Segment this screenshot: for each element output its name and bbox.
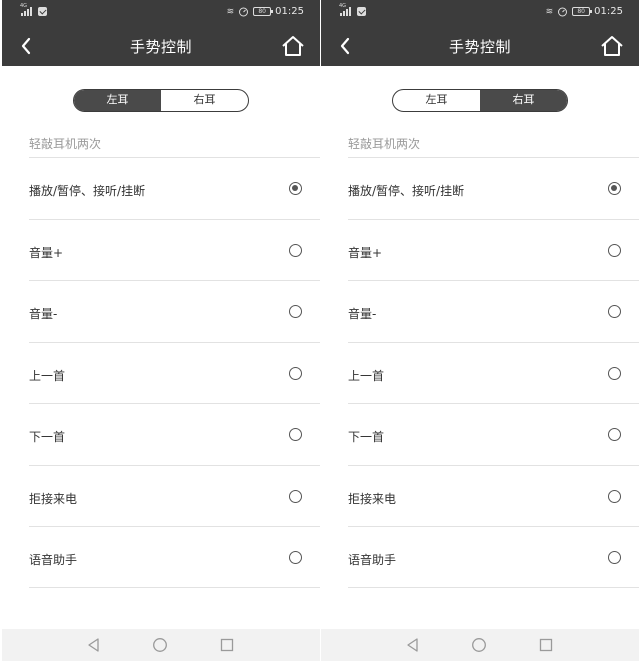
battery-icon: 80 (253, 7, 274, 16)
network-type: 4G (20, 3, 28, 9)
option-volume-up[interactable]: 音量+ (348, 218, 639, 281)
screen-right: 4G ≋ 80 01:25 手势控制 左耳 右耳 轻敲耳机两次 播放/暂停、接听… (321, 0, 639, 661)
radio[interactable] (608, 489, 621, 503)
network-type: 4G (339, 3, 347, 9)
signal-indicator: 4G (20, 3, 47, 16)
status-bar: 4G ≋ 80 01:25 (2, 0, 320, 26)
option-play-pause[interactable]: 播放/暂停、接听/挂断 (348, 157, 639, 219)
alarm-icon (558, 7, 568, 17)
radio[interactable] (289, 551, 302, 564)
nav-home-icon[interactable] (471, 637, 487, 653)
radio[interactable] (289, 428, 302, 441)
option-label: 拒接来电 (348, 491, 397, 506)
nav-home-icon[interactable] (152, 637, 168, 653)
radio[interactable] (289, 305, 302, 318)
tab-right-ear[interactable]: 右耳 (480, 90, 567, 111)
option-label: 音量- (29, 307, 58, 321)
option-label: 播放/暂停、接听/挂断 (29, 184, 146, 198)
option-previous-track[interactable]: 上一首 (348, 341, 639, 404)
option-label: 拒接来电 (29, 491, 78, 506)
gesture-options: 播放/暂停、接听/挂断 音量+ 音量- 上一首 下一首 拒接来电 语音助手 (348, 157, 639, 588)
option-label: 上一首 (348, 368, 385, 383)
vibrate-icon: ≋ (545, 6, 554, 17)
option-volume-down[interactable]: 音量- (29, 280, 320, 342)
tab-left-ear[interactable]: 左耳 (74, 90, 161, 111)
screens: 4G ≋ 80 01:25 手势控制 左耳 右耳 轻敲耳机两次 播放/暂停、接听… (0, 0, 640, 661)
notification-icon (38, 7, 47, 16)
status-bar: 4G ≋ 80 01:25 (321, 0, 639, 26)
radio[interactable] (608, 243, 621, 257)
notification-icon (357, 7, 366, 16)
clock: 01:25 (594, 6, 623, 17)
option-label: 语音助手 (348, 553, 397, 567)
radio-selected[interactable] (289, 182, 302, 195)
home-icon (282, 36, 304, 56)
ear-selector: 左耳 右耳 (73, 89, 249, 112)
option-label: 音量- (348, 307, 377, 321)
section-label: 轻敲耳机两次 (348, 137, 421, 151)
alarm-icon (239, 7, 249, 17)
option-volume-down[interactable]: 音量- (348, 280, 639, 342)
option-voice-assistant[interactable]: 语音助手 (29, 526, 320, 588)
option-label: 音量+ (29, 245, 64, 260)
radio-selected[interactable] (608, 182, 621, 195)
nav-recents-icon[interactable] (220, 638, 234, 652)
home-button[interactable] (278, 32, 308, 60)
option-play-pause[interactable]: 播放/暂停、接听/挂断 (29, 157, 320, 219)
page-title: 手势控制 (448, 38, 511, 56)
option-label: 播放/暂停、接听/挂断 (348, 184, 465, 198)
option-reject-call[interactable]: 拒接来电 (348, 464, 639, 527)
nav-recents-icon[interactable] (539, 638, 553, 652)
home-button[interactable] (597, 32, 627, 60)
page-title: 手势控制 (129, 38, 192, 56)
radio[interactable] (608, 366, 621, 380)
option-next-track[interactable]: 下一首 (29, 403, 320, 465)
option-volume-up[interactable]: 音量+ (29, 218, 320, 281)
signal-indicator: 4G (339, 3, 366, 16)
screen-left: 4G ≋ 80 01:25 手势控制 左耳 右耳 轻敲耳机两次 播放/暂停、接听… (2, 0, 320, 661)
option-label: 上一首 (29, 368, 66, 383)
title-bar: 手势控制 (321, 26, 639, 66)
radio[interactable] (289, 243, 302, 257)
nav-back-icon[interactable] (405, 637, 421, 653)
clock: 01:25 (275, 6, 304, 17)
option-label: 下一首 (29, 430, 66, 444)
gesture-options: 播放/暂停、接听/挂断 音量+ 音量- 上一首 下一首 拒接来电 语音助手 (29, 157, 320, 588)
option-previous-track[interactable]: 上一首 (29, 341, 320, 404)
option-label: 下一首 (348, 430, 385, 444)
option-voice-assistant[interactable]: 语音助手 (348, 526, 639, 588)
tab-right-ear[interactable]: 右耳 (161, 90, 248, 111)
status-right: ≋ 80 01:25 (227, 6, 304, 17)
tab-left-ear[interactable]: 左耳 (393, 90, 480, 111)
option-label: 语音助手 (29, 553, 78, 567)
status-right: ≋ 80 01:25 (546, 6, 623, 17)
option-next-track[interactable]: 下一首 (348, 403, 639, 465)
battery-icon: 80 (572, 7, 593, 16)
ear-selector: 左耳 右耳 (392, 89, 568, 112)
option-label: 音量+ (348, 245, 383, 260)
radio[interactable] (289, 366, 302, 380)
radio[interactable] (608, 305, 621, 318)
section-label: 轻敲耳机两次 (29, 137, 102, 151)
radio[interactable] (608, 551, 621, 564)
system-nav-bar (2, 629, 320, 661)
system-nav-bar (321, 629, 639, 661)
radio[interactable] (608, 428, 621, 441)
option-reject-call[interactable]: 拒接来电 (29, 464, 320, 527)
nav-back-icon[interactable] (86, 637, 102, 653)
title-bar: 手势控制 (2, 26, 320, 66)
radio[interactable] (289, 489, 302, 503)
vibrate-icon: ≋ (226, 6, 235, 17)
home-icon (601, 36, 623, 56)
